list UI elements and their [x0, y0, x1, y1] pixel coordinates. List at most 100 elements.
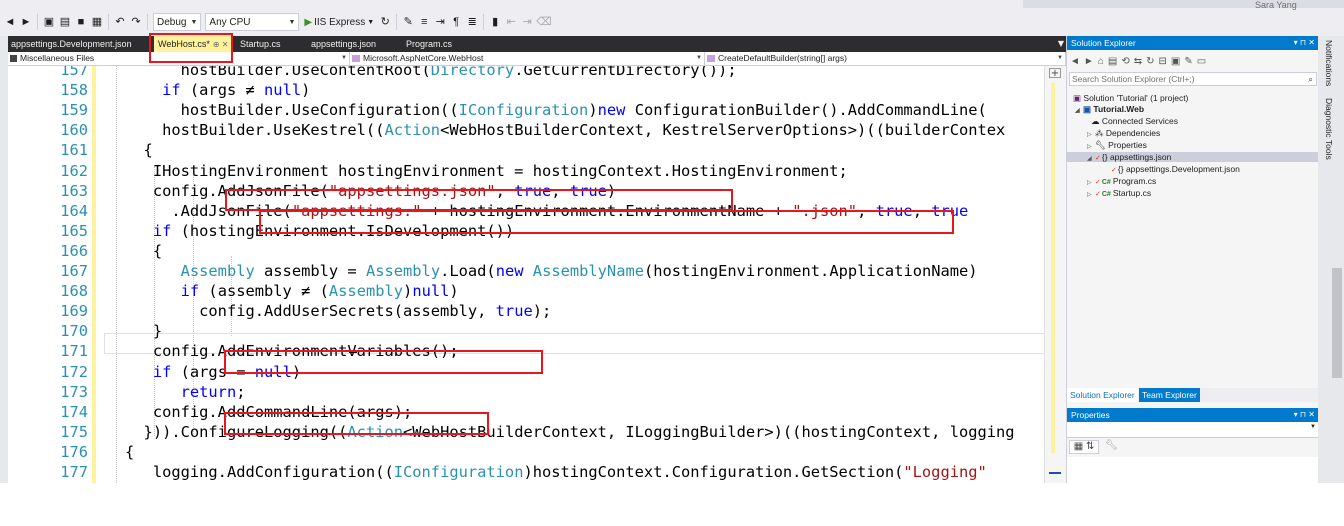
run-button[interactable]: ▶ IIS Express ▼ — [304, 17, 374, 28]
tree-solution[interactable]: ▣ Solution 'Tutorial' (1 project) — [1073, 93, 1188, 103]
editor-vertical-scrollbar[interactable]: + — [1044, 66, 1066, 483]
refresh-icon[interactable]: ↻ — [378, 14, 392, 30]
code-token: hostBuilder.UseConfiguration(( — [180, 101, 459, 120]
code-line: 162 IHostingEnvironment hostingEnvironme… — [8, 161, 1054, 181]
code-token: .AddJsonFile( — [171, 201, 292, 220]
tab-solution-explorer[interactable]: Solution Explorer — [1067, 388, 1138, 402]
expand-icon[interactable]: ◢ — [1075, 106, 1083, 116]
tree-label: Program.cs — [1112, 176, 1157, 186]
code-text: Assembly assembly = Assembly.Load(new As… — [125, 261, 978, 281]
tab-webhost[interactable]: WebHost.cs* ⊕ ✕ — [154, 36, 233, 52]
split-window-icon[interactable]: + — [1049, 68, 1061, 79]
checkmark-icon: ✓ — [1095, 155, 1101, 162]
panel-controls-icon[interactable]: ▾ ⊓ ✕ — [1294, 36, 1315, 50]
expand-icon[interactable]: ◢ — [1087, 154, 1095, 164]
member-dropdown[interactable]: CreateDefaultBuilder(string[] args) ▼ — [705, 52, 1066, 65]
line-number: 167 — [60, 262, 88, 280]
page-scrollbar-thumb[interactable] — [1332, 268, 1342, 378]
line-number: 172 — [60, 362, 88, 381]
tab-overflow-icon[interactable]: ▼ — [1058, 36, 1064, 52]
pin-close-icon[interactable]: ⊕ ✕ — [213, 40, 229, 49]
switch-views-icon[interactable]: ▤ — [1108, 56, 1117, 67]
search-icon[interactable]: ⌕ — [1308, 73, 1313, 85]
align-icon[interactable]: ≡ — [417, 14, 431, 30]
solution-explorer-tabs: Solution Explorer Team Explorer — [1067, 388, 1319, 402]
tree-project[interactable]: ◢ ▣ Tutorial.Web — [1075, 104, 1144, 114]
tree-item-startup[interactable]: ▷ ✓C# Startup.cs — [1087, 188, 1151, 198]
forward-icon[interactable]: ► — [19, 14, 33, 30]
sync-icon[interactable]: ⇆ — [1134, 56, 1142, 67]
tree-item-appsettings-development[interactable]: ✓{} appsettings.Development.json — [1111, 164, 1240, 174]
code-text: IHostingEnvironment hostingEnvironment =… — [125, 161, 848, 181]
code-token: { — [143, 141, 153, 160]
solution-config-select[interactable]: Debug ▼ — [153, 13, 202, 31]
show-all-icon[interactable]: ▣ — [1171, 56, 1180, 67]
code-token: (args ≠ — [180, 81, 265, 100]
uncomment-icon[interactable]: ≣ — [465, 14, 479, 30]
collapsed-icon[interactable]: ▷ — [1087, 130, 1095, 140]
comment-icon[interactable]: ¶ — [449, 14, 463, 30]
account-name[interactable]: Sara Yang — [1255, 0, 1297, 10]
solution-search-input[interactable]: Search Solution Explorer (Ctrl+;) ⌕ — [1069, 72, 1317, 86]
bookmark-next-icon[interactable]: ⇥ — [520, 14, 534, 30]
categorized-icon[interactable]: ▦ ⇅ — [1069, 440, 1099, 454]
tab-program[interactable]: Program.cs — [406, 36, 452, 52]
bookmark-prev-icon[interactable]: ⇤ — [504, 14, 518, 30]
redo-icon[interactable]: ↷ — [129, 14, 143, 30]
wrench-icon: 🔧︎ — [1095, 140, 1106, 150]
bookmark-clear-icon[interactable]: ⌫ — [536, 14, 552, 30]
tab-startup[interactable]: Startup.cs — [240, 36, 281, 52]
save-all-icon[interactable]: ▦ — [90, 14, 104, 30]
project-dropdown[interactable]: Miscellaneous Files ▼ — [8, 52, 350, 65]
home-icon[interactable]: ⌂ — [1098, 56, 1104, 67]
tree-item-appsettings[interactable]: ◢ ✓{} appsettings.json — [1067, 152, 1318, 162]
tree-item-connected-services[interactable]: ☁ Connected Services — [1091, 116, 1178, 126]
solution-explorer-panel: Solution Explorer ▾ ⊓ ✕ ◄ ► ⌂ ▤ ⟲ ⇆ ↻ ⊟ ▣… — [1066, 36, 1319, 483]
collapsed-icon[interactable]: ▷ — [1087, 190, 1095, 200]
back-icon[interactable]: ◄ — [3, 14, 17, 30]
new-project-icon[interactable]: ▣ — [42, 14, 56, 30]
notifications-tab[interactable]: Notifications — [1324, 40, 1334, 86]
code-token: ) — [588, 101, 598, 120]
type-dropdown[interactable]: Microsoft.AspNetCore.WebHost ▼ — [350, 52, 705, 65]
undo-icon[interactable]: ↶ — [113, 14, 127, 30]
indent-icon[interactable]: ⇥ — [433, 14, 447, 30]
preview-icon[interactable]: ▭ — [1197, 56, 1206, 67]
open-file-icon[interactable]: ▤ — [58, 14, 72, 30]
play-icon: ▶ — [304, 16, 313, 28]
code-text: hostBuilder.UseConfiguration((IConfigura… — [125, 100, 987, 120]
platform-select[interactable]: Any CPU ▼ — [205, 13, 300, 31]
tab-appsettings-development[interactable]: appsettings.Development.json — [11, 36, 132, 52]
code-line: 166 { — [8, 241, 1054, 261]
tree-item-program[interactable]: ▷ ✓C# Program.cs — [1087, 176, 1156, 186]
properties-object-select[interactable]: ▼ — [1067, 422, 1319, 438]
collapse-icon[interactable]: ⊟ — [1158, 56, 1166, 67]
scrollbar-thumb[interactable] — [1049, 436, 1061, 474]
property-pages-icon[interactable]: 🔧︎ — [1105, 440, 1118, 451]
browser-link-icon[interactable]: ✎ — [401, 14, 415, 30]
line-number: 168 — [60, 282, 88, 301]
line-number: 162 — [60, 161, 88, 180]
line-number: 176 — [60, 442, 88, 461]
tree-label: Tutorial.Web — [1093, 104, 1145, 114]
back-icon[interactable]: ◄ — [1070, 56, 1080, 67]
line-number: 157 — [60, 66, 88, 79]
code-token: config.AddUserSecrets(assembly, — [199, 302, 496, 321]
panel-controls-icon[interactable]: ▾ ⊓ ✕ — [1294, 408, 1315, 422]
collapsed-icon[interactable]: ▷ — [1087, 142, 1095, 152]
tree-item-properties[interactable]: ▷ 🔧︎ Properties — [1087, 140, 1147, 150]
refresh-icon[interactable]: ↻ — [1146, 56, 1154, 67]
diagnostic-tools-tab[interactable]: Diagnostic Tools — [1324, 98, 1334, 160]
code-line: 175 })).ConfigureLogging((Action<WebHost… — [8, 422, 1054, 442]
collapsed-icon[interactable]: ▷ — [1087, 178, 1095, 188]
bookmark-icon[interactable]: ▮ — [488, 14, 502, 30]
code-editor[interactable]: 157 hostBuilder.UseContentRoot(Directory… — [8, 66, 1054, 483]
code-token: true — [875, 201, 913, 220]
tab-team-explorer[interactable]: Team Explorer — [1139, 388, 1200, 402]
forward-icon[interactable]: ► — [1084, 56, 1094, 67]
history-icon[interactable]: ⟲ — [1121, 56, 1129, 67]
tree-item-dependencies[interactable]: ▷ ⁂ Dependencies — [1087, 128, 1160, 138]
properties-icon[interactable]: ✎ — [1184, 56, 1192, 67]
tab-appsettings[interactable]: appsettings.json — [311, 36, 376, 52]
save-icon[interactable]: ■ — [74, 14, 88, 30]
